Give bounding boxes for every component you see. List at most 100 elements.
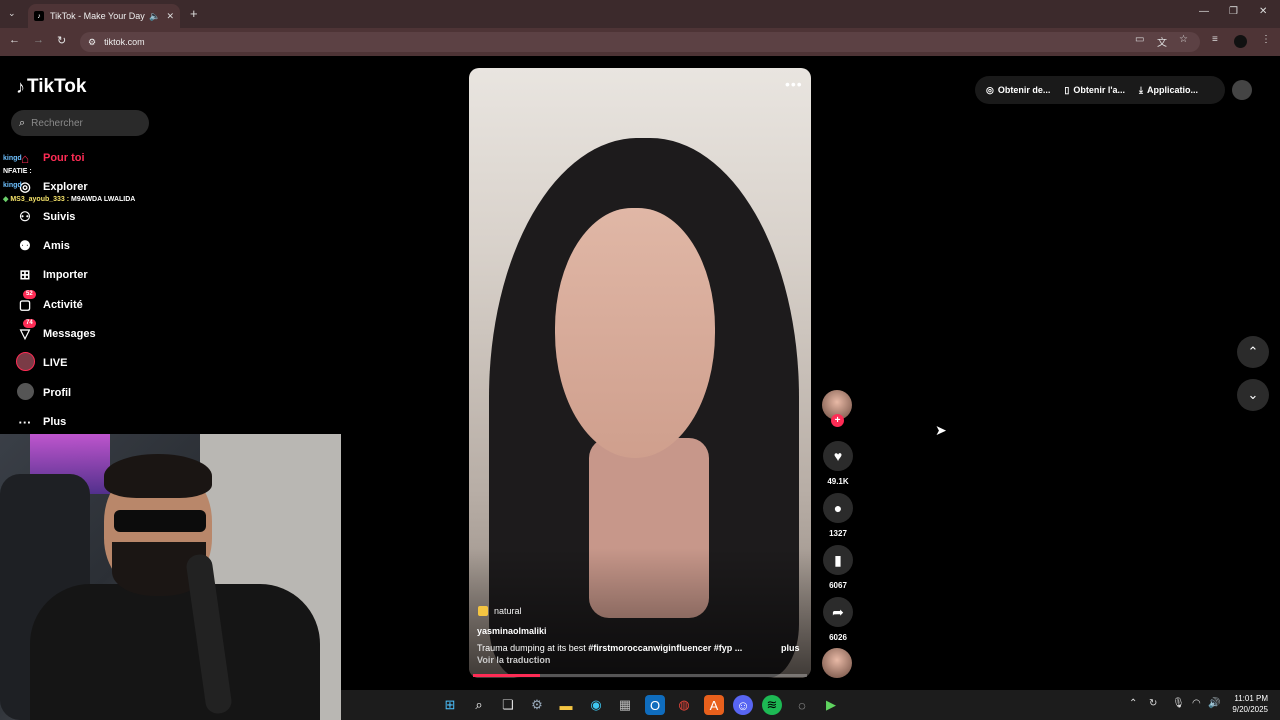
tiktok-note-icon: ♪ [16,76,25,97]
sidebar-item-profil[interactable]: Profil [16,383,71,403]
video-username[interactable]: yasminaolmaliki [477,626,547,636]
discord-icon[interactable]: ☺ [733,695,753,715]
comment-count: 1327 [829,529,847,538]
menu-icon[interactable]: ⋮ [1261,34,1271,45]
video-face [555,208,715,458]
site-info-icon[interactable]: ⚙ [88,37,96,48]
tray-mic-icon[interactable]: 🎙 [1172,698,1185,709]
like-button[interactable]: ♥ [823,441,853,471]
address-bar[interactable]: ⚙ tiktok.com [80,32,1200,52]
app-a-icon[interactable]: A [704,695,724,715]
sound-avatar[interactable] [822,648,852,678]
taskbar-clock[interactable]: 11:01 PM 9/20/2025 [1226,693,1268,715]
cast-icon[interactable]: ▭ [1135,34,1144,45]
audio-icon[interactable]: 🔈 [149,11,160,22]
tiktok-logo[interactable]: ♪ TikTok [16,76,86,98]
sidebar-item-plus[interactable]: ··· Plus [16,412,67,432]
settings-icon[interactable]: ⚙ [527,695,547,715]
tab-title: TikTok - Make Your Day [50,11,145,21]
video-progress-bar[interactable] [473,674,807,677]
video-description: Trauma dumping at its best #firstmorocca… [477,643,743,653]
save-count: 6067 [829,581,847,590]
tray-wifi-icon[interactable]: ◠ [1192,698,1201,709]
edge-icon[interactable]: ◉ [586,695,606,715]
app-green-icon[interactable]: ▶ [821,695,841,715]
desktop-app-button[interactable]: ⤓ Applicatio... [1139,85,1198,96]
store-icon[interactable]: ▦ [615,695,635,715]
webcam-overlay [0,434,341,720]
clock-date: 9/20/2025 [1232,705,1268,714]
close-tab-icon[interactable]: ✕ [166,11,174,22]
minimize-icon[interactable]: — [1199,6,1209,17]
sidebar-item-suivis[interactable]: ⚇ Suivis [16,207,75,227]
download-icon: ⤓ [1138,84,1143,95]
webcam-sunglasses [114,510,206,532]
chat-line: kingd [3,155,22,162]
video-tag[interactable]: natural [478,606,522,616]
share-button[interactable]: ➦ [823,597,853,627]
sidebar-item-amis[interactable]: ⚉ Amis [16,236,70,256]
task-view-icon[interactable]: ❏ [498,695,518,715]
close-window-icon[interactable]: ✕ [1259,6,1267,17]
video-more-link[interactable]: plus [781,643,800,653]
tray-chevron-icon[interactable]: ⌃ [1129,698,1137,709]
chrome-icon[interactable]: ◍ [674,695,694,715]
save-button[interactable]: ▮ [823,545,853,575]
next-video-button[interactable]: ⌄ [1237,379,1269,411]
previous-video-button[interactable]: ⌃ [1237,336,1269,368]
webcam-person-body [30,584,320,720]
sidebar-item-pour-toi[interactable]: ⌂ Pour toi [16,148,85,168]
video-player[interactable]: ••• [469,68,811,678]
windows-start-icon[interactable]: ⊞ [440,695,460,715]
sidebar-item-label: Plus [43,416,67,428]
tray-sync-icon[interactable]: ↻ [1149,698,1157,709]
sidebar-item-label: Activité [43,299,83,311]
bookmark-icon: ▮ [834,551,842,568]
messages-badge: 74 [23,319,36,328]
user-profile-icon[interactable] [1232,80,1252,100]
get-app-button[interactable]: ▯ Obtenir l'a... [1064,85,1125,96]
sidebar-item-explorer[interactable]: ◎ Explorer [16,177,87,197]
sidebar-item-messages[interactable]: ▽ 74 Messages [16,319,96,344]
video-more-options-icon[interactable]: ••• [785,76,803,92]
obs-icon[interactable]: ◌ [792,695,812,715]
video-hashtags[interactable]: #firstmoroccanwiginfluencer #fyp ... [588,643,742,653]
back-icon[interactable]: ← [9,34,20,46]
new-tab-icon[interactable]: + [190,6,198,21]
browser-tab[interactable]: ♪ TikTok - Make Your Day 🔈 ✕ [28,4,180,28]
extensions-icon[interactable]: ≡ [1212,34,1218,45]
outlook-icon[interactable]: O [645,695,665,715]
profile-avatar[interactable] [1234,35,1247,48]
messages-icon: ▽ 74 [16,319,36,342]
translate-icon[interactable]: 文 [1157,34,1167,49]
taskbar-search-icon[interactable]: ⌕ [469,695,489,715]
sidebar-item-label: Suivis [43,211,76,223]
chat-line: ◆ MS3_ayoub_333 : M9AWDA LWALIDA [3,196,136,203]
restore-icon[interactable]: ❐ [1229,6,1238,17]
follow-button[interactable]: + [831,414,844,427]
sidebar-item-label: LIVE [43,357,68,369]
get-coins-button[interactable]: ◎ Obtenir de... [986,85,1050,96]
star-icon[interactable]: ☆ [1179,34,1188,45]
chat-line: kingd [3,182,22,189]
mouse-cursor-icon: ➤ [935,422,947,438]
search-icon: ⌕ [19,116,26,129]
chat-badge-icon: ◆ [3,196,9,203]
file-explorer-icon[interactable]: ▬ [556,695,576,715]
sidebar-item-label: Messages [43,328,96,340]
forward-icon[interactable]: → [33,34,44,46]
following-icon: ⚇ [19,209,31,224]
search-input[interactable]: ⌕ Rechercher [11,110,149,136]
sidebar-item-importer[interactable]: ⊞ Importer [16,265,88,285]
sidebar-item-live[interactable]: LIVE [16,352,68,374]
tray-volume-icon[interactable]: 🔊 [1208,698,1220,709]
video-translate-link[interactable]: Voir la traduction [477,655,550,665]
comment-button[interactable]: ● [823,493,853,523]
tab-search-icon[interactable]: ⌄ [8,8,16,19]
video-progress-fill [473,674,540,677]
video-tag-label: natural [494,606,522,616]
spotify-icon[interactable]: ≋ [762,695,782,715]
live-icon [16,352,35,374]
reload-icon[interactable]: ↻ [57,34,66,47]
sidebar-item-activite[interactable]: ▢ 52 Activité [16,290,83,315]
